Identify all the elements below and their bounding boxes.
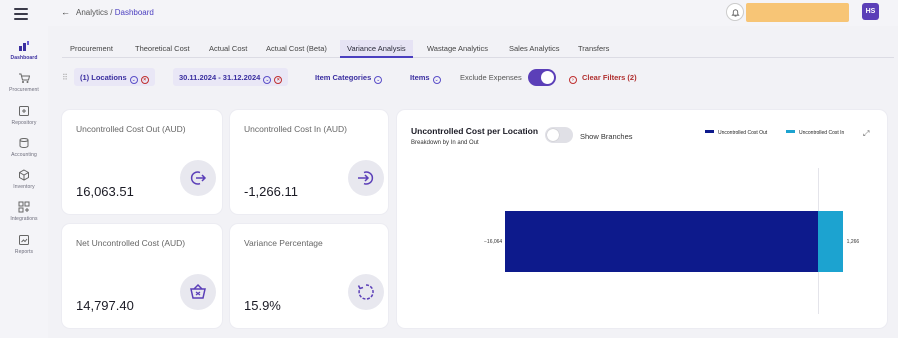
sidebar-item-reports[interactable]: Reports xyxy=(0,234,48,255)
basket-icon xyxy=(180,274,216,310)
filter-bar: ⠿ (1) Locations ⌄ × 30.11.2024 - 31.12.202… xyxy=(62,68,894,88)
tab-actual-cost-beta[interactable]: Actual Cost (Beta) xyxy=(266,44,327,53)
legend-swatch-out xyxy=(705,130,714,133)
date-range-filter[interactable]: 30.11.2024 - 31.12.2024 ⌄ × xyxy=(173,68,289,86)
locations-filter[interactable]: (1) Locations ⌄ × xyxy=(74,68,155,86)
sidebar-item-inventory[interactable]: Inventory xyxy=(0,169,48,190)
sidebar-item-label: Accounting xyxy=(11,152,37,158)
kpi-value: 16,063.51 xyxy=(76,184,134,199)
legend-label-out: Uncontrolled Cost Out xyxy=(718,130,768,136)
kpi-card-cost-out: Uncontrolled Cost Out (AUD) 16,063.51 xyxy=(62,110,222,214)
items-filter[interactable]: Items ⌄ xyxy=(410,73,441,84)
legend-cost-out: Uncontrolled Cost Out xyxy=(705,130,767,136)
breadcrumb-separator: / xyxy=(110,8,113,17)
arrow-out-icon xyxy=(180,160,216,196)
app-root: Dashboard Procurement Repository Account… xyxy=(0,0,898,338)
sidebar-item-label: Dashboard xyxy=(10,55,38,61)
date-range-label: 30.11.2024 - 31.12.2024 xyxy=(179,73,261,82)
chart-subtitle: Breakdown by In and Out xyxy=(411,140,479,146)
sidebar-item-label: Repository xyxy=(11,120,37,126)
clear-filters-label: Clear Filters (2) xyxy=(582,73,637,82)
bar-cost-out[interactable] xyxy=(505,211,818,272)
avatar[interactable]: HS xyxy=(862,3,879,20)
arrow-in-icon xyxy=(348,160,384,196)
tab-variance-analysis[interactable]: Variance Analysis xyxy=(340,40,413,58)
sidebar-item-label: Reports xyxy=(14,249,34,255)
drag-handle-icon[interactable]: ⠿ xyxy=(62,73,68,82)
sidebar: Dashboard Procurement Repository Account… xyxy=(0,0,48,338)
tab-actual-cost[interactable]: Actual Cost xyxy=(209,44,247,53)
sidebar-item-accounting[interactable]: Accounting xyxy=(0,137,48,158)
legend-label-in: Uncontrolled Cost In xyxy=(799,130,845,136)
chevron-down-icon: ⌄ xyxy=(432,76,441,84)
integrations-icon xyxy=(18,201,30,213)
kpi-value: -1,266.11 xyxy=(244,184,298,199)
notification-bell-button[interactable] xyxy=(726,3,744,21)
tab-wastage-analytics[interactable]: Wastage Analytics xyxy=(427,44,488,53)
kpi-card-variance: Variance Percentage 15.9% xyxy=(230,224,388,328)
sidebar-item-repository[interactable]: Repository xyxy=(0,105,48,126)
user-name-bar[interactable] xyxy=(746,3,849,22)
tab-procurement[interactable]: Procurement xyxy=(70,44,113,53)
accounting-icon xyxy=(19,138,29,149)
legend-swatch-in xyxy=(786,130,795,133)
kpi-title: Uncontrolled Cost In (AUD) xyxy=(244,124,347,134)
data-label-cost-in: 1,266 xyxy=(846,238,860,245)
locations-filter-label: (1) Locations xyxy=(80,73,127,82)
chart-title: Uncontrolled Cost per Location xyxy=(411,126,539,136)
sidebar-item-label: Integrations xyxy=(10,216,38,222)
kpi-value: 15.9% xyxy=(244,298,281,313)
kpi-card-cost-in: Uncontrolled Cost In (AUD) -1,266.11 xyxy=(230,110,388,214)
sidebar-item-procurement[interactable]: Procurement xyxy=(0,72,48,93)
sidebar-item-label: Procurement xyxy=(9,87,39,93)
chevron-down-icon[interactable]: ⌄ xyxy=(129,76,138,84)
tab-sales-analytics[interactable]: Sales Analytics xyxy=(509,44,559,53)
dashboard-icon xyxy=(19,41,29,51)
kpi-card-net-cost: Net Uncontrolled Cost (AUD) 14,797.40 xyxy=(62,224,222,328)
items-label: Items xyxy=(410,73,430,82)
back-arrow-icon[interactable]: ← xyxy=(61,7,70,17)
reports-icon xyxy=(19,235,29,245)
kpi-title: Net Uncontrolled Cost (AUD) xyxy=(76,238,186,248)
kpi-value: 14,797.40 xyxy=(76,298,134,313)
exclude-expenses-toggle[interactable] xyxy=(528,69,556,86)
bar-cost-in[interactable] xyxy=(818,211,843,272)
chevron-down-icon: ⌄ xyxy=(374,76,383,84)
hamburger-menu-icon[interactable] xyxy=(14,8,28,20)
close-icon[interactable]: × xyxy=(140,76,149,84)
expand-icon[interactable]: ⤢ xyxy=(863,129,869,139)
sidebar-item-integrations[interactable]: Integrations xyxy=(0,201,48,222)
legend-cost-in: Uncontrolled Cost In xyxy=(786,130,844,136)
close-icon[interactable]: × xyxy=(274,76,283,84)
breadcrumb: Analytics / Dashboard xyxy=(76,8,154,17)
tab-transfers[interactable]: Transfers xyxy=(578,44,609,53)
kpi-title: Variance Percentage xyxy=(244,238,323,248)
repository-icon xyxy=(19,106,29,116)
uncontrolled-cost-chart-card: Uncontrolled Cost per Location Breakdown… xyxy=(397,110,887,328)
cart-icon xyxy=(19,73,30,83)
tab-theoretical-cost[interactable]: Theoretical Cost xyxy=(135,44,190,53)
breadcrumb-current: Dashboard xyxy=(114,8,154,17)
item-categories-label: Item Categories xyxy=(315,73,372,82)
sidebar-item-label: Inventory xyxy=(13,184,35,190)
clear-filters-icon: › xyxy=(569,76,577,84)
clear-filters-button[interactable]: › Clear Filters (2) xyxy=(569,73,637,84)
tab-bar: Procurement Theoretical Cost Actual Cost… xyxy=(62,40,894,58)
refresh-icon xyxy=(348,274,384,310)
data-label-cost-out: −16,064 xyxy=(484,238,503,245)
kpi-title: Uncontrolled Cost Out (AUD) xyxy=(76,124,186,134)
sidebar-item-dashboard[interactable]: Dashboard xyxy=(0,40,48,61)
top-header: ← Analytics / Dashboard HS xyxy=(48,0,898,26)
show-branches-toggle[interactable] xyxy=(545,127,573,143)
exclude-expenses-label: Exclude Expenses xyxy=(460,73,522,82)
show-branches-label: Show Branches xyxy=(580,132,633,141)
breadcrumb-root[interactable]: Analytics xyxy=(76,8,108,17)
inventory-icon xyxy=(19,169,29,181)
item-categories-filter[interactable]: Item Categories ⌄ xyxy=(315,73,383,84)
chevron-down-icon[interactable]: ⌄ xyxy=(263,76,272,84)
bell-icon xyxy=(731,9,740,17)
main-content: Procurement Theoretical Cost Actual Cost… xyxy=(48,26,898,338)
